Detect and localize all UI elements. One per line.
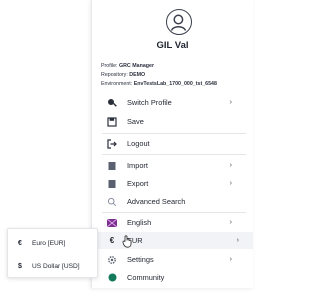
user-avatar-icon <box>166 9 192 35</box>
profile-label: Profile: <box>101 63 118 69</box>
save-label: Save <box>127 117 144 126</box>
import-menu-item[interactable]: Import › <box>106 157 246 174</box>
switch-profile-icon <box>106 97 118 109</box>
euro-icon: € <box>109 236 115 245</box>
environment-info: Environment: EnvTestsLab_1700_000_tst_65… <box>101 81 217 87</box>
currency-option-label: US Dollar [USD] <box>32 262 80 270</box>
flag-icon <box>106 217 118 229</box>
chevron-right-icon: › <box>229 180 232 187</box>
community-icon <box>106 272 118 284</box>
environment-value: EnvTestsLab_1700_000_tst_6548 <box>133 81 217 87</box>
menu-divider <box>102 133 246 134</box>
repository-info: Repository: DEMO <box>101 72 145 78</box>
community-menu-item[interactable]: Community <box>106 269 246 286</box>
chevron-right-icon: › <box>229 162 232 169</box>
currency-option-eur[interactable]: € Euro [EUR] <box>18 237 65 249</box>
gear-icon <box>106 254 118 266</box>
dollar-icon: $ <box>18 262 22 270</box>
advanced-search-menu-item[interactable]: Advanced Search <box>106 193 246 210</box>
hand-cursor-icon <box>122 235 133 250</box>
user-menu-panel: GIL Val Profile: GRC Manager Repository:… <box>91 0 253 288</box>
import-label: Import <box>127 161 148 170</box>
export-icon <box>106 178 118 190</box>
logout-label: Logout <box>127 139 150 148</box>
switch-profile-menu-item[interactable]: Switch Profile › <box>106 94 246 111</box>
save-menu-item[interactable]: Save <box>106 113 246 130</box>
advanced-search-label: Advanced Search <box>127 197 186 206</box>
chevron-right-icon: › <box>229 99 232 106</box>
logout-icon <box>106 138 118 150</box>
search-icon <box>106 196 118 208</box>
chevron-right-icon: › <box>229 256 232 263</box>
community-label: Community <box>127 273 165 282</box>
user-name: GIL Val <box>156 40 189 51</box>
language-label: English <box>127 218 152 227</box>
repository-value: DEMO <box>129 72 146 78</box>
save-icon <box>106 116 118 128</box>
menu-divider <box>102 154 246 155</box>
language-menu-item[interactable]: English › <box>106 214 246 231</box>
export-label: Export <box>127 179 149 188</box>
repository-label: Repository: <box>101 72 128 78</box>
environment-label: Environment: <box>101 81 133 87</box>
menu-divider <box>102 212 246 213</box>
import-icon <box>106 160 118 172</box>
currency-option-label: Euro [EUR] <box>32 239 66 247</box>
chevron-right-icon: › <box>236 237 239 244</box>
switch-profile-label: Switch Profile <box>127 98 172 107</box>
currency-option-usd[interactable]: $ US Dollar [USD] <box>18 260 80 272</box>
settings-label: Settings <box>127 255 154 264</box>
currency-menu-item[interactable]: € EUR › <box>93 232 253 249</box>
currency-submenu: € Euro [EUR] $ US Dollar [USD] <box>7 228 98 278</box>
profile-info: Profile: GRC Manager <box>101 63 154 69</box>
euro-icon: € <box>18 239 22 247</box>
chevron-right-icon: › <box>229 219 232 226</box>
profile-value: GRC Manager <box>118 63 155 69</box>
settings-menu-item[interactable]: Settings › <box>106 251 246 268</box>
export-menu-item[interactable]: Export › <box>106 175 246 192</box>
logout-menu-item[interactable]: Logout <box>106 135 246 152</box>
